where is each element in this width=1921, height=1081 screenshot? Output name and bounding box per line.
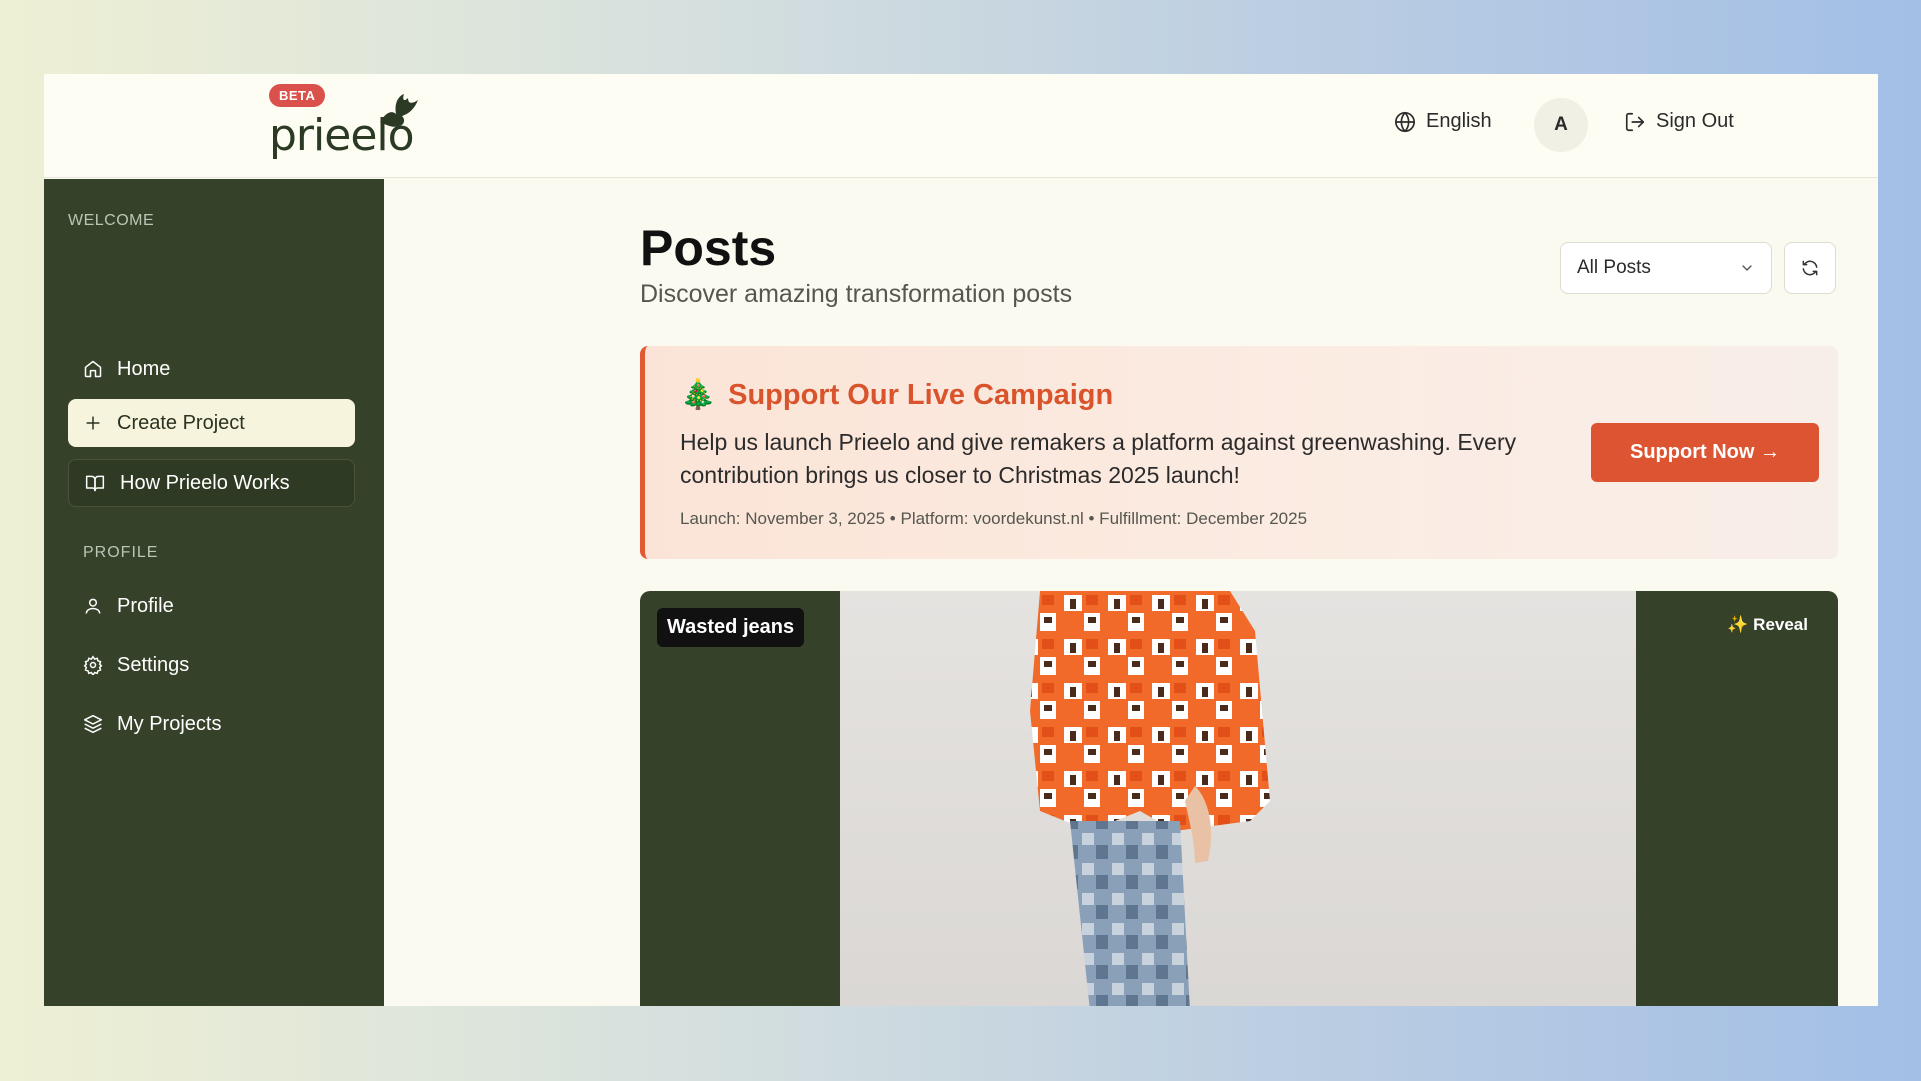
sidebar: WELCOME Home Create Project How Prieelo … [44,179,384,1006]
sidebar-welcome: WELCOME [68,212,155,229]
sidebar-item-label: Settings [117,653,190,676]
bird-logo-icon [380,94,418,127]
sidebar-item-how-prieelo-works[interactable]: How Prieelo Works [68,459,355,507]
language-label: English [1426,110,1492,132]
app-window: BETA prieelo English A Sign Out WELCOME [44,74,1878,1006]
sidebar-item-my-projects[interactable]: My Projects [68,700,355,748]
sidebar-item-profile[interactable]: Profile [68,582,355,630]
gear-icon [83,655,103,675]
jacket-photo [1030,591,1270,1006]
layers-icon [83,714,103,734]
campaign-description: Help us launch Prieelo and give remakers… [680,429,1517,488]
sidebar-item-label: Create Project [117,411,245,434]
sidebar-item-settings[interactable]: Settings [68,641,355,689]
beta-badge: BETA [269,84,326,107]
campaign-meta: Launch: November 3, 2025 • Platform: voo… [680,509,1308,528]
sidebar-item-home[interactable]: Home [68,345,355,393]
post-title-tag: Wasted jeans [657,608,805,647]
page-title: Posts [640,220,777,276]
christmas-tree-icon: 🎄 [680,379,717,411]
user-icon [85,598,101,614]
campaign-title: 🎄 Support Our Live Campaign [680,378,1113,412]
sidebar-item-label: Home [117,357,171,380]
sidebar-profile-section: PROFILE [83,544,159,561]
globe-icon [1395,111,1415,132]
prieelo-logo[interactable]: BETA prieelo [269,84,419,164]
sidebar-item-label: Profile [117,594,174,617]
top-header: BETA prieelo English A Sign Out [44,74,1878,178]
post-image[interactable] [840,591,1636,1006]
chevron-down-icon [1742,265,1752,271]
campaign-banner: 🎄 Support Our Live Campaign Help us laun… [640,346,1838,559]
support-now-button[interactable]: Support Now → [1591,423,1819,482]
book-icon [85,475,105,492]
sidebar-item-label: How Prieelo Works [120,471,290,494]
sign-out-button[interactable]: Sign Out [1624,110,1734,133]
refresh-icon [1802,260,1818,276]
user-avatar[interactable]: A [1534,98,1588,152]
refresh-button[interactable] [1784,242,1836,294]
sign-out-label: Sign Out [1656,110,1734,132]
logout-icon [1625,112,1645,131]
language-selector[interactable]: English [1394,110,1492,133]
page-subtitle: Discover amazing transformation posts [640,280,1073,308]
sidebar-item-label: My Projects [117,712,222,735]
sidebar-item-create-project[interactable]: Create Project [68,399,355,447]
reveal-button[interactable]: ✨ Reveal [1727,615,1808,635]
posts-filter-select[interactable]: All Posts [1560,242,1772,294]
home-icon [84,360,102,378]
post-card[interactable]: Wasted jeans ✨ Reveal [640,591,1838,1006]
campaign-title-text: Support Our Live Campaign [728,378,1114,411]
filter-selected-value: All Posts [1577,257,1651,278]
plus-icon [86,416,100,430]
